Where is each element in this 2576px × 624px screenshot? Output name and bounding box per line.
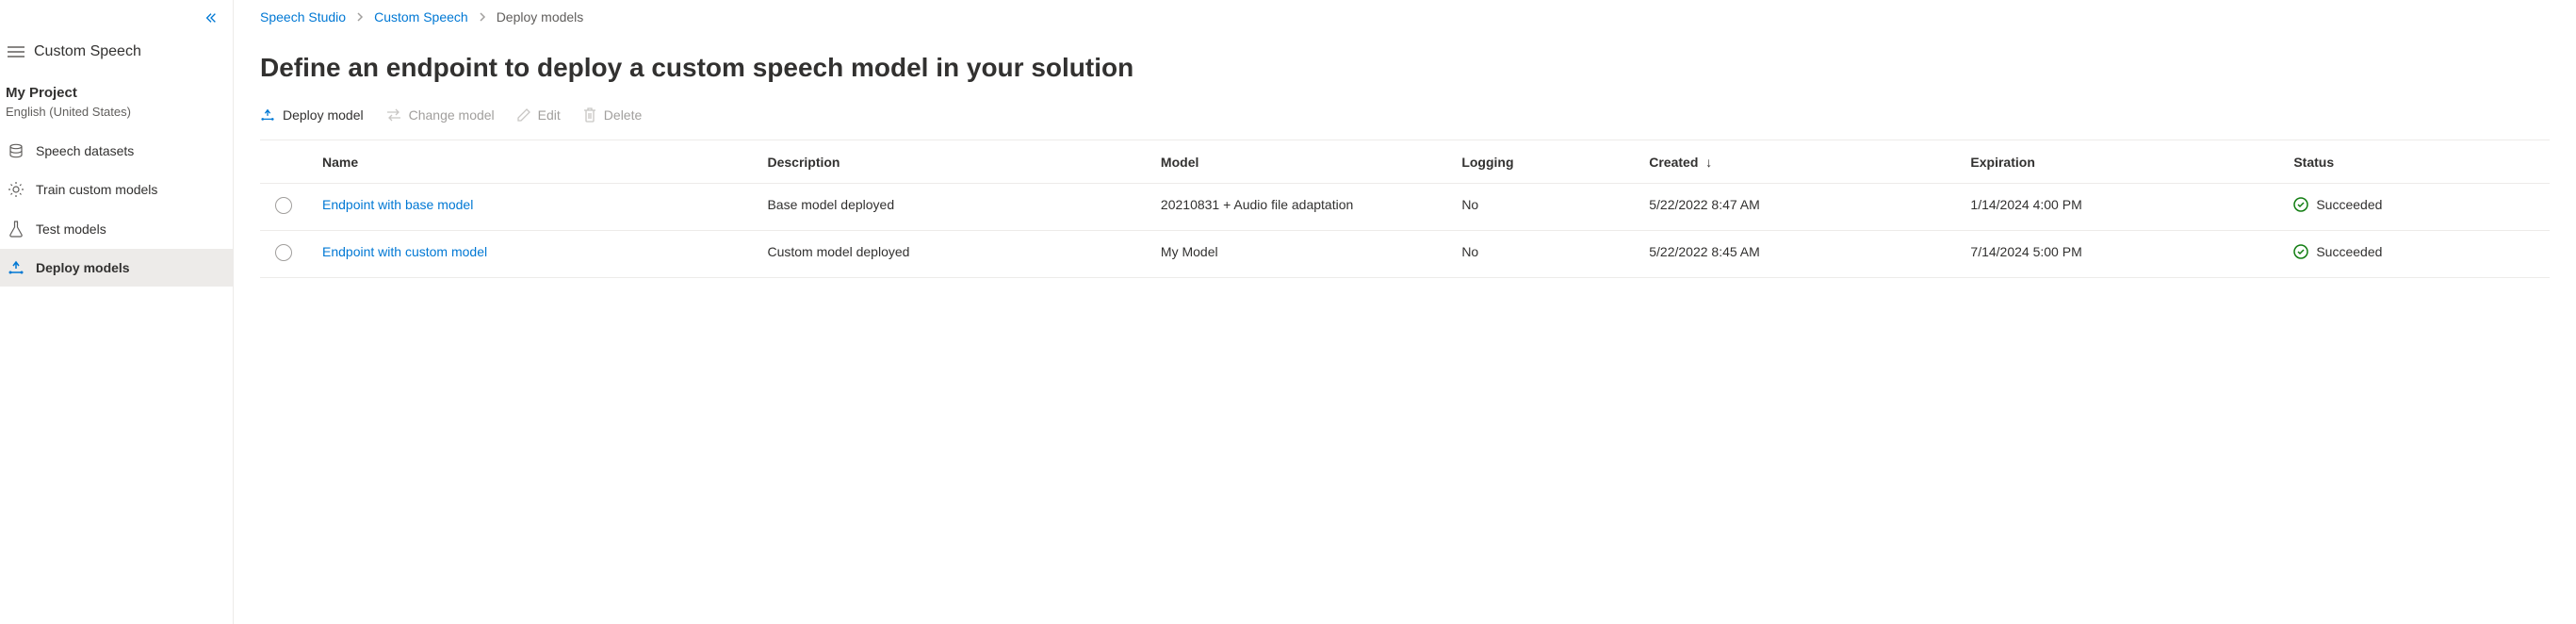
sidebar-item-label: Deploy models: [36, 260, 130, 275]
cell-description: Base model deployed: [752, 184, 1145, 231]
chevron-right-icon: [355, 12, 365, 22]
swap-icon: [386, 108, 401, 122]
column-created-label: Created: [1649, 155, 1698, 170]
cell-expiration: 7/14/2024 5:00 PM: [1955, 231, 2278, 278]
main-content: Speech Studio Custom Speech Deploy model…: [234, 0, 2576, 624]
change-model-button: Change model: [386, 107, 495, 123]
status-badge: Succeeded: [2293, 197, 2535, 212]
breadcrumb-current: Deploy models: [497, 9, 584, 25]
arrow-down-icon: ↓: [1705, 155, 1712, 170]
flask-icon: [8, 221, 24, 238]
row-select-checkbox[interactable]: [275, 197, 292, 214]
sidebar: Custom Speech My Project English (United…: [0, 0, 234, 624]
chevron-right-icon: [478, 12, 487, 22]
check-circle-icon: [2293, 244, 2308, 259]
sidebar-item-datasets[interactable]: Speech datasets: [0, 132, 233, 170]
deploy-model-button[interactable]: Deploy model: [260, 107, 364, 123]
column-status[interactable]: Status: [2278, 140, 2550, 184]
cell-model: 20210831 + Audio file adaptation: [1146, 184, 1446, 231]
breadcrumb: Speech Studio Custom Speech Deploy model…: [260, 9, 2550, 25]
sidebar-header-label: Custom Speech: [34, 43, 141, 60]
cell-description: Custom model deployed: [752, 231, 1145, 278]
toolbar-label: Change model: [409, 107, 495, 123]
table-row[interactable]: Endpoint with base model Base model depl…: [260, 184, 2550, 231]
column-created[interactable]: Created ↓: [1634, 140, 1955, 184]
deploy-icon: [8, 260, 24, 275]
sidebar-item-label: Test models: [36, 222, 106, 237]
sidebar-header[interactable]: Custom Speech: [0, 32, 233, 72]
toolbar: Deploy model Change model Edit: [260, 107, 2550, 123]
collapse-sidebar-button[interactable]: [0, 11, 233, 32]
cell-logging: No: [1446, 231, 1634, 278]
endpoint-link[interactable]: Endpoint with base model: [322, 197, 473, 212]
delete-button: Delete: [583, 107, 642, 123]
status-badge: Succeeded: [2293, 244, 2535, 259]
row-select-checkbox[interactable]: [275, 244, 292, 261]
cell-model: My Model: [1146, 231, 1446, 278]
deploy-icon: [260, 108, 275, 122]
cell-created: 5/22/2022 8:47 AM: [1634, 184, 1955, 231]
edit-button: Edit: [517, 107, 561, 123]
toolbar-label: Edit: [538, 107, 561, 123]
sidebar-item-deploy[interactable]: Deploy models: [0, 249, 233, 287]
project-title: My Project: [6, 85, 227, 101]
endpoints-table: Name Description Model Logging Created ↓…: [260, 140, 2550, 278]
column-logging[interactable]: Logging: [1446, 140, 1634, 184]
status-text: Succeeded: [2316, 197, 2382, 212]
sidebar-item-train[interactable]: Train custom models: [0, 170, 233, 209]
page-title: Define an endpoint to deploy a custom sp…: [260, 53, 2550, 83]
sidebar-item-test[interactable]: Test models: [0, 209, 233, 249]
column-select: [260, 140, 307, 184]
endpoint-link[interactable]: Endpoint with custom model: [322, 244, 487, 259]
sidebar-item-label: Speech datasets: [36, 143, 134, 158]
check-circle-icon: [2293, 197, 2308, 212]
column-description[interactable]: Description: [752, 140, 1145, 184]
list-icon: [8, 45, 24, 58]
cell-expiration: 1/14/2024 4:00 PM: [1955, 184, 2278, 231]
breadcrumb-link-custom-speech[interactable]: Custom Speech: [374, 9, 468, 25]
toolbar-label: Deploy model: [283, 107, 364, 123]
cell-logging: No: [1446, 184, 1634, 231]
column-name[interactable]: Name: [307, 140, 752, 184]
toolbar-label: Delete: [604, 107, 642, 123]
column-expiration[interactable]: Expiration: [1955, 140, 2278, 184]
project-block: My Project English (United States): [0, 72, 233, 132]
status-text: Succeeded: [2316, 244, 2382, 259]
pencil-icon: [517, 108, 530, 122]
database-icon: [8, 143, 24, 158]
breadcrumb-link-speech-studio[interactable]: Speech Studio: [260, 9, 346, 25]
gear-icon: [8, 181, 24, 198]
sidebar-item-label: Train custom models: [36, 182, 157, 197]
column-model[interactable]: Model: [1146, 140, 1446, 184]
trash-icon: [583, 107, 596, 123]
chevron-double-left-icon: [204, 11, 218, 25]
cell-created: 5/22/2022 8:45 AM: [1634, 231, 1955, 278]
table-row[interactable]: Endpoint with custom model Custom model …: [260, 231, 2550, 278]
project-language: English (United States): [6, 105, 227, 119]
